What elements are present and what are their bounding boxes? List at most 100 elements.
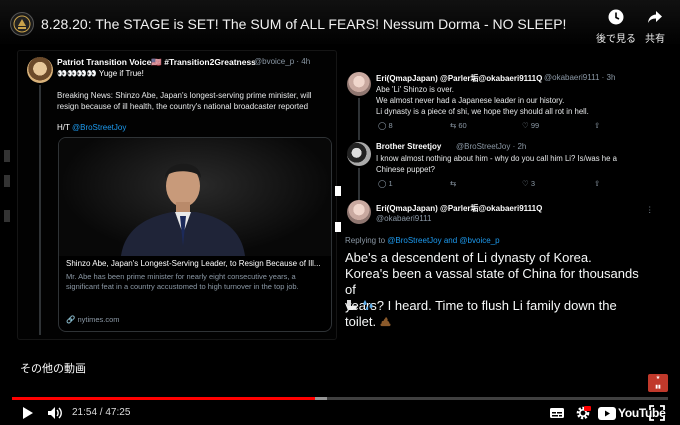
heart-icon: ♡ — [522, 121, 529, 130]
tweet-line: Abe's a descendent of Li dynasty of Kore… — [345, 250, 592, 265]
gear-icon — [576, 406, 591, 420]
subtitles-icon — [550, 408, 564, 418]
share-tweet-action[interactable]: ⇧ — [594, 179, 600, 188]
share-tweet-action[interactable]: ⇧ — [594, 121, 600, 130]
tweet-line: Abe 'Li' Shinzo is over. — [376, 85, 454, 94]
progress-bar[interactable] — [12, 397, 668, 400]
tweet-actions: ◯ 1 ⇆ ♡ 3 ⇧ — [378, 179, 600, 188]
card-domain-text: nytimes.com — [77, 315, 120, 324]
thread-line — [358, 98, 360, 140]
avatar — [347, 200, 371, 224]
subtitles-button[interactable] — [548, 404, 566, 422]
share-arrow-icon — [648, 11, 662, 23]
card-title: Shinzo Abe, Japan's Longest-Serving Lead… — [66, 259, 321, 268]
hat-tip-prefix: H/T — [57, 123, 70, 132]
like-count: 99 — [530, 121, 540, 130]
share-label: 共有 — [645, 34, 665, 45]
poop-emoji-icon — [380, 316, 391, 327]
tweet-hat-tip: H/T @BroStreetJoy — [57, 123, 126, 132]
play-icon — [23, 407, 33, 419]
reply-action[interactable]: ◯ 1 — [378, 179, 450, 188]
youtube-play-icon — [598, 406, 616, 420]
tweet-line: Korea's been a vassal state of China for… — [345, 266, 639, 297]
hat-tip-mention: @BroStreetJoy — [71, 123, 127, 132]
tweet-line: years? I heard. Time to flush Li family … — [345, 298, 645, 330]
avatar — [347, 72, 371, 96]
tweet-author-name: Eri(QmapJapan) @Parler垢@okabaeri9111Q — [376, 204, 543, 213]
retweet-action[interactable]: ⇆ 60 — [450, 121, 522, 130]
channel-logo[interactable] — [10, 12, 34, 36]
tweet-body: Breaking News: Shinzo Abe, Japan's longe… — [57, 91, 312, 111]
left-edge-mark — [4, 210, 10, 222]
replying-to-mentions: @BroStreetJoy and @bvoice_p — [387, 236, 500, 245]
play-button[interactable] — [18, 404, 36, 422]
tweet-author-handle: @bvoice_p · 4h — [254, 57, 311, 66]
card-domain: 🔗 nytimes.com — [66, 315, 120, 324]
left-edge-mark — [4, 150, 10, 162]
tweet-author-handle: @BroStreetJoy · 2h — [456, 142, 527, 151]
watch-later-label: 後で見る — [596, 34, 636, 45]
upload-icon: ⇧ — [594, 179, 601, 188]
thread-line — [358, 168, 360, 200]
fullscreen-icon — [649, 405, 665, 421]
retweet-action[interactable]: ⇆ — [450, 179, 522, 188]
tweet-author-handle: @okabaeri9111 · 3h — [544, 73, 616, 82]
like-count: 3 — [530, 179, 535, 188]
reply-icon: ◯ — [378, 179, 387, 188]
reply-action[interactable]: ◯ 8 — [378, 121, 450, 130]
link-card: Shinzo Abe, Japan's Longest-Serving Lead… — [58, 137, 332, 332]
tweet-line: We almost never had a Japanese leader in… — [376, 96, 565, 105]
card-description: Mr. Abe has been prime minister for near… — [66, 272, 299, 291]
current-time: 21:54 — [72, 407, 98, 418]
duration: 47:25 — [105, 407, 131, 418]
reply-icon: ◯ — [378, 121, 387, 130]
channel-watermark[interactable]: ★ ▮▮ — [648, 374, 668, 392]
avatar — [27, 57, 53, 83]
water-splash-icon — [363, 300, 373, 310]
divider-mark — [335, 186, 341, 196]
progress-played — [12, 397, 316, 400]
divider-mark — [335, 222, 341, 232]
tweet-author-name: Eri(QmapJapan) @Parler垢@okabaeri9111Q — [376, 74, 543, 83]
watch-later-button[interactable]: 後で見る — [596, 8, 636, 45]
tweet-author-name: Brother Streetjoy — [376, 142, 442, 151]
like-action[interactable]: ♡ 3 — [522, 179, 594, 188]
retweet-icon: ⇆ — [450, 179, 457, 188]
tweet-author-handle: @okabaeri9111 — [376, 214, 432, 223]
tweet-line: Chinese puppet? — [376, 165, 435, 174]
like-action[interactable]: ♡ 99 — [522, 121, 594, 130]
thread-line — [39, 85, 41, 335]
replying-to-prefix: Replying to — [345, 236, 386, 245]
settings-button[interactable] — [574, 404, 592, 422]
card-photo — [59, 138, 331, 256]
reply-count: 1 — [388, 179, 393, 188]
tweet-author-name: Patriot Transition Voice🇺🇸 #Transition2G… — [57, 57, 256, 67]
replying-to: Replying to @BroStreetJoy and @bvoice_p — [345, 236, 500, 245]
retweet-icon: ⇆ — [450, 121, 457, 130]
volume-button[interactable] — [46, 404, 64, 422]
link-icon: 🔗 — [66, 315, 76, 324]
video-title[interactable]: 8.28.20: The STAGE is SET! The SUM of AL… — [41, 16, 566, 32]
left-edge-mark — [4, 175, 10, 187]
retweet-count: 60 — [458, 121, 467, 130]
time-display: 21:54 / 47:25 — [72, 407, 130, 418]
tweet-actions: ◯ 8 ⇆ 60 ♡ 99 ⇧ — [378, 121, 600, 130]
heart-icon: ♡ — [522, 179, 529, 188]
more-icon: ⋮ — [646, 205, 654, 214]
clock-icon — [608, 9, 624, 25]
channel-avatar-icon — [13, 15, 31, 33]
avatar — [347, 142, 371, 166]
reply-count: 8 — [388, 121, 393, 130]
tweet-first-line: 👀👀👀👀 Yuge if True! — [57, 69, 144, 78]
tweet-line: Li dynasty is a piece of shi, we hope th… — [376, 107, 589, 116]
portrait-image — [121, 163, 245, 256]
more-videos-label[interactable]: その他の動画 — [20, 360, 86, 376]
emoji-row — [345, 298, 375, 312]
fullscreen-button[interactable] — [648, 404, 666, 422]
share-button[interactable]: 共有 — [645, 8, 665, 45]
top-bar: 8.28.20: The STAGE is SET! The SUM of AL… — [0, 0, 680, 48]
focused-tweet-body: Abe's a descendent of Li dynasty of Kore… — [345, 250, 645, 330]
upload-icon: ⇧ — [594, 121, 601, 130]
toilet-emoji-icon — [347, 300, 357, 310]
more-options-icon[interactable]: ⋮ — [646, 205, 654, 214]
